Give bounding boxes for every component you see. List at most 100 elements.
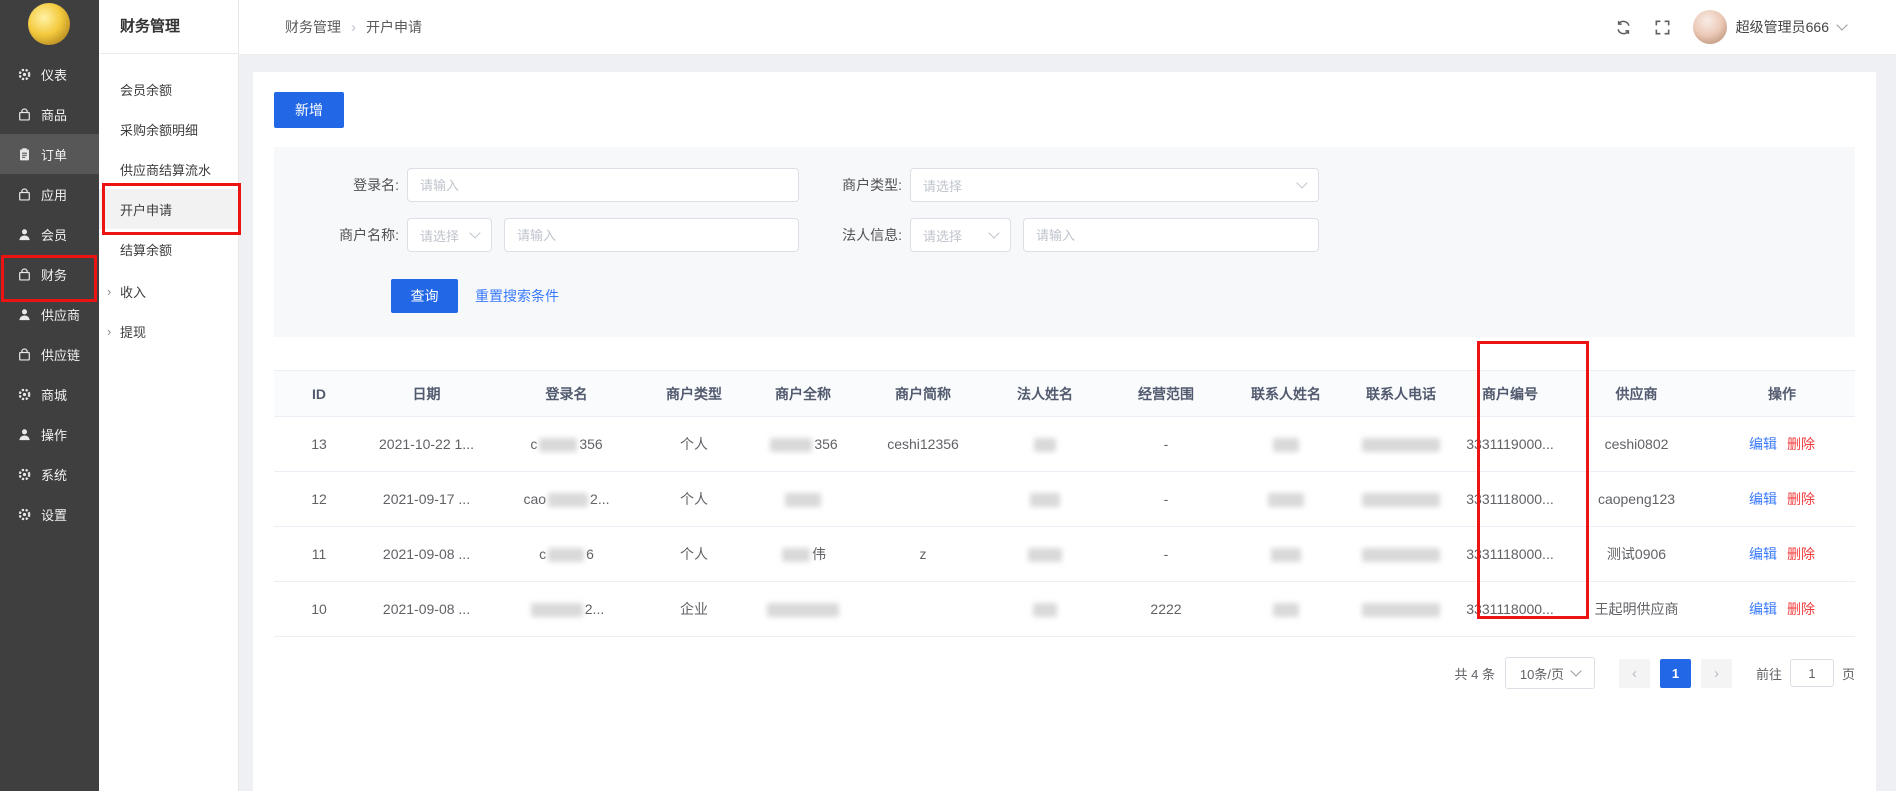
delete-link[interactable]: 删除 <box>1787 601 1815 617</box>
delete-link[interactable]: 删除 <box>1787 491 1815 507</box>
person-icon <box>17 427 32 442</box>
cell-id: 11 <box>274 527 364 582</box>
gear-icon <box>17 67 32 82</box>
sidebar-item-members[interactable]: 会员 <box>0 214 99 254</box>
column-header-type: 商户类型 <box>644 371 744 417</box>
sidebar-item-goods[interactable]: 商品 <box>0 94 99 134</box>
user-menu[interactable]: 超级管理员666 <box>1693 10 1846 44</box>
next-page-button[interactable]: › <box>1701 659 1732 688</box>
chevron-right-icon: › <box>107 284 111 299</box>
fullscreen-icon[interactable] <box>1654 19 1671 36</box>
total-count: 共 4 条 <box>1455 664 1495 683</box>
cell-merchant_no: 3331118000... <box>1456 472 1564 527</box>
merchant-name-select-placeholder: 请选择 <box>420 226 459 245</box>
legal-info-select-placeholder: 请选择 <box>923 226 962 245</box>
edit-link[interactable]: 编辑 <box>1749 546 1777 562</box>
cell-contact_name <box>1226 417 1346 472</box>
redacted-blur <box>548 493 588 507</box>
cell-date: 2021-10-22 1... <box>364 417 489 472</box>
add-button[interactable]: 新增 <box>274 92 344 128</box>
cell-full_name <box>744 582 862 637</box>
cell-supplier: 测试0906 <box>1564 527 1709 582</box>
submenu-title: 财务管理 <box>99 0 238 54</box>
sidebar-item-label: 供应链 <box>41 345 80 364</box>
redacted-blur <box>1362 548 1440 562</box>
edit-link[interactable]: 编辑 <box>1749 436 1777 452</box>
sidebar-item-system[interactable]: 系统 <box>0 454 99 494</box>
chevron-right-icon: › <box>107 324 111 339</box>
bag-icon <box>17 267 32 282</box>
sidebar-item-label: 商品 <box>41 105 67 124</box>
legal-info-input[interactable] <box>1023 218 1319 252</box>
refresh-icon[interactable] <box>1615 19 1632 36</box>
column-header-contact_name: 联系人姓名 <box>1226 371 1346 417</box>
topbar-actions: 超级管理员666 <box>1615 10 1896 44</box>
sidebar-item-supply-chain[interactable]: 供应链 <box>0 334 99 374</box>
submenu-item-label: 结算余额 <box>120 240 172 259</box>
redacted-blur <box>782 548 810 562</box>
reset-search-link[interactable]: 重置搜索条件 <box>475 286 559 306</box>
cell-ops: 编辑删除 <box>1709 527 1855 582</box>
column-header-business_scope: 经营范围 <box>1106 371 1226 417</box>
page-size-select[interactable]: 10条/页 <box>1505 657 1595 689</box>
sidebar-item-label: 财务 <box>41 265 67 284</box>
sidebar-item-suppliers[interactable]: 供应商 <box>0 294 99 334</box>
delete-link[interactable]: 删除 <box>1787 546 1815 562</box>
cell-id: 10 <box>274 582 364 637</box>
cell-contact_phone <box>1346 582 1456 637</box>
query-button[interactable]: 查询 <box>391 279 458 313</box>
submenu-item-withdrawal[interactable]: ›提现 <box>99 311 238 351</box>
prev-page-button[interactable]: ‹ <box>1619 659 1650 688</box>
submenu-item-income[interactable]: ›收入 <box>99 271 238 311</box>
submenu-item-supplier-settlement-flow[interactable]: 供应商结算流水 <box>99 149 238 189</box>
applications-table: ID日期登录名商户类型商户全称商户简称法人姓名经营范围联系人姓名联系人电话商户编… <box>274 370 1855 637</box>
breadcrumb-separator: › <box>351 19 356 36</box>
chevron-down-icon <box>1296 177 1307 188</box>
column-header-short_name: 商户简称 <box>862 371 984 417</box>
sidebar-item-settings[interactable]: 设置 <box>0 494 99 534</box>
cell-short_name: z <box>862 527 984 582</box>
redacted-blur <box>1030 493 1060 507</box>
cell-short_name: ceshi12356 <box>862 417 984 472</box>
column-header-full_name: 商户全称 <box>744 371 862 417</box>
merchant-type-select[interactable]: 请选择 <box>910 168 1319 202</box>
submenu-item-label: 采购余额明细 <box>120 120 198 139</box>
sidebar-item-finance[interactable]: 财务 <box>0 254 99 294</box>
sidebar-item-operations[interactable]: 操作 <box>0 414 99 454</box>
edit-link[interactable]: 编辑 <box>1749 491 1777 507</box>
submenu-item-member-balance[interactable]: 会员余额 <box>99 69 238 109</box>
edit-link[interactable]: 编辑 <box>1749 601 1777 617</box>
cell-contact_phone <box>1346 472 1456 527</box>
delete-link[interactable]: 删除 <box>1787 436 1815 452</box>
column-header-id: ID <box>274 371 364 417</box>
topbar: 财务管理›开户申请 超级管理员666 <box>238 0 1896 55</box>
merchant-name-input[interactable] <box>504 218 799 252</box>
redacted-blur <box>539 438 577 452</box>
cell-type: 个人 <box>644 527 744 582</box>
login-name-input[interactable] <box>407 168 799 202</box>
goto-page-input[interactable] <box>1790 659 1834 687</box>
finance-submenu: 财务管理 会员余额采购余额明细供应商结算流水开户申请结算余额 ›收入›提现 <box>99 0 239 791</box>
cell-merchant_no: 3331118000... <box>1456 527 1564 582</box>
submenu-item-purchase-balance-detail[interactable]: 采购余额明细 <box>99 109 238 149</box>
redacted-blur <box>1273 603 1299 617</box>
sidebar-item-dashboard[interactable]: 仪表 <box>0 54 99 94</box>
cell-full_name <box>744 472 862 527</box>
sidebar-item-mall[interactable]: 商城 <box>0 374 99 414</box>
legal-info-select[interactable]: 请选择 <box>910 218 1011 252</box>
page-1-button[interactable]: 1 <box>1660 659 1691 688</box>
breadcrumb-item[interactable]: 财务管理 <box>285 17 341 37</box>
submenu-item-account-opening-application[interactable]: 开户申请 <box>99 189 238 229</box>
redacted-blur <box>785 493 821 507</box>
cell-date: 2021-09-17 ... <box>364 472 489 527</box>
cell-ops: 编辑删除 <box>1709 472 1855 527</box>
column-header-ops: 操作 <box>1709 371 1855 417</box>
cell-type: 个人 <box>644 472 744 527</box>
sidebar-item-apps[interactable]: 应用 <box>0 174 99 214</box>
submenu-item-settlement-balance[interactable]: 结算余额 <box>99 229 238 269</box>
submenu-item-label: 开户申请 <box>120 200 172 219</box>
sidebar-item-orders[interactable]: 订单 <box>0 134 99 174</box>
merchant-name-select[interactable]: 请选择 <box>407 218 492 252</box>
table-header-row: ID日期登录名商户类型商户全称商户简称法人姓名经营范围联系人姓名联系人电话商户编… <box>274 371 1855 417</box>
app-logo[interactable] <box>28 3 70 45</box>
